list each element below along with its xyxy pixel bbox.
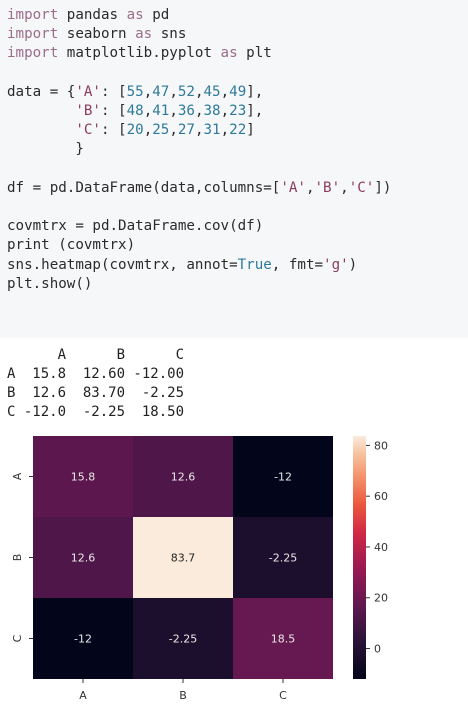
- code-line: }: [7, 141, 84, 158]
- x-tick-label: A: [79, 689, 87, 702]
- code-line: 'B': [48,41,36,38,23],: [75, 103, 264, 120]
- code-line: plt.show(): [7, 275, 93, 292]
- output-line: C -12.0 -2.25 18.50: [7, 404, 185, 420]
- colorbar: [353, 436, 366, 679]
- cell-annotation: -12: [74, 633, 92, 646]
- code-text: import pandas as pd import seaborn as sn…: [0, 0, 468, 294]
- y-tick-label: A: [11, 472, 24, 480]
- output-line: A B C: [7, 347, 185, 363]
- code-line: data = {'A': [55,47,52,45,49],: [7, 83, 264, 100]
- cell-annotation: 15.8: [71, 471, 96, 484]
- printed-matrix: A B C A 15.8 12.60 -12.00 B 12.6 83.70 -…: [0, 338, 468, 422]
- code-cell: import pandas as pd import seaborn as sn…: [0, 0, 468, 336]
- code-line: covmtrx = pd.DataFrame.cov(df): [7, 218, 264, 235]
- x-tick-label: B: [179, 689, 187, 702]
- cell-annotation: 12.6: [71, 552, 96, 565]
- code-line: sns.heatmap(covmtrx, annot=True, fmt='g'…: [7, 256, 358, 273]
- y-tick-label: B: [11, 554, 24, 562]
- cell-annotation: 12.6: [171, 471, 196, 484]
- code-line: import seaborn as sns: [7, 26, 187, 43]
- colorbar-tick-label: 80: [374, 439, 388, 452]
- heatmap-chart: 15.8 12.6 -12 12.6 83.7 -2.25 -12 -2.25 18.5 A B C A…: [11, 436, 388, 702]
- colorbar-tick-label: 40: [374, 541, 388, 554]
- code-line: 'C': [20,25,27,31,22]: [75, 122, 255, 139]
- colorbar-tick-label: 0: [374, 643, 381, 656]
- code-line: import pandas as pd: [7, 7, 170, 23]
- y-tick-label: C: [11, 634, 24, 642]
- code-line: print (covmtrx): [7, 237, 136, 254]
- colorbar-tick-label: 60: [374, 490, 388, 503]
- x-tick-label: C: [279, 689, 287, 702]
- cell-annotation: -2.25: [269, 552, 297, 565]
- output-line: A 15.8 12.60 -12.00: [7, 366, 185, 382]
- cell-annotation: -2.25: [169, 633, 197, 646]
- cell-annotation: 83.7: [171, 552, 196, 565]
- cell-annotation: -12: [274, 471, 292, 484]
- output-line: B 12.6 83.70 -2.25: [7, 385, 185, 401]
- code-line: import matplotlib.pyplot as plt: [7, 45, 272, 62]
- cell-annotation: 18.5: [271, 633, 296, 646]
- code-line: df = pd.DataFrame(data,columns=['A','B',…: [7, 179, 392, 196]
- colorbar-tick-label: 20: [374, 592, 388, 605]
